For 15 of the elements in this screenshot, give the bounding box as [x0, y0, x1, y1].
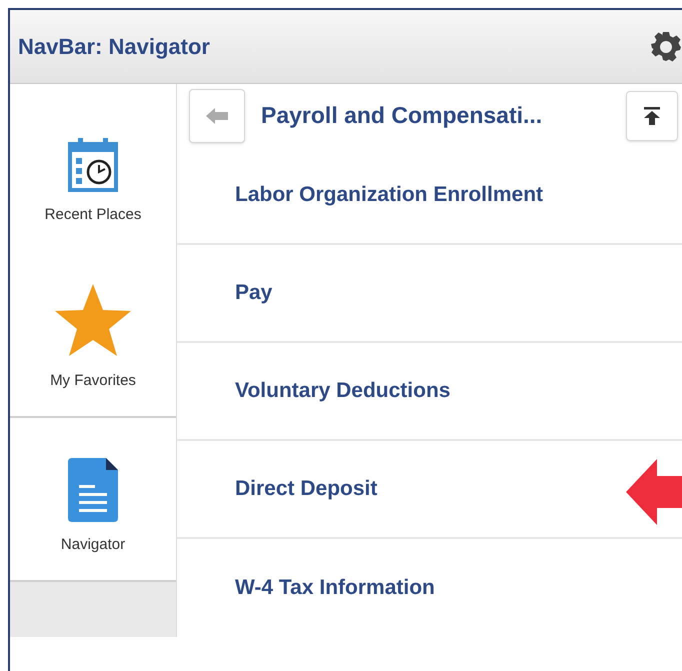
calendar-clock-icon — [68, 136, 118, 192]
sidebar-item[interactable]: Navigator — [10, 416, 176, 582]
top-button[interactable] — [626, 90, 678, 140]
nav-list-item[interactable]: Pay — [177, 245, 682, 343]
star-icon — [53, 282, 133, 358]
nav-list-item[interactable]: Labor Organization Enrollment — [177, 147, 682, 245]
nav-list-item[interactable]: Voluntary Deductions — [177, 343, 682, 441]
settings-icon[interactable] — [650, 30, 682, 62]
up-to-top-icon — [644, 106, 660, 124]
nav-list-item[interactable]: W-4 Tax Information — [177, 539, 682, 637]
nav-list-item[interactable]: Direct Deposit — [177, 441, 682, 539]
left-arrow-icon — [206, 108, 228, 124]
window-title: NavBar: Navigator — [18, 33, 210, 61]
panel-title: Payroll and Compensati... — [261, 101, 544, 130]
document-icon — [68, 458, 118, 522]
